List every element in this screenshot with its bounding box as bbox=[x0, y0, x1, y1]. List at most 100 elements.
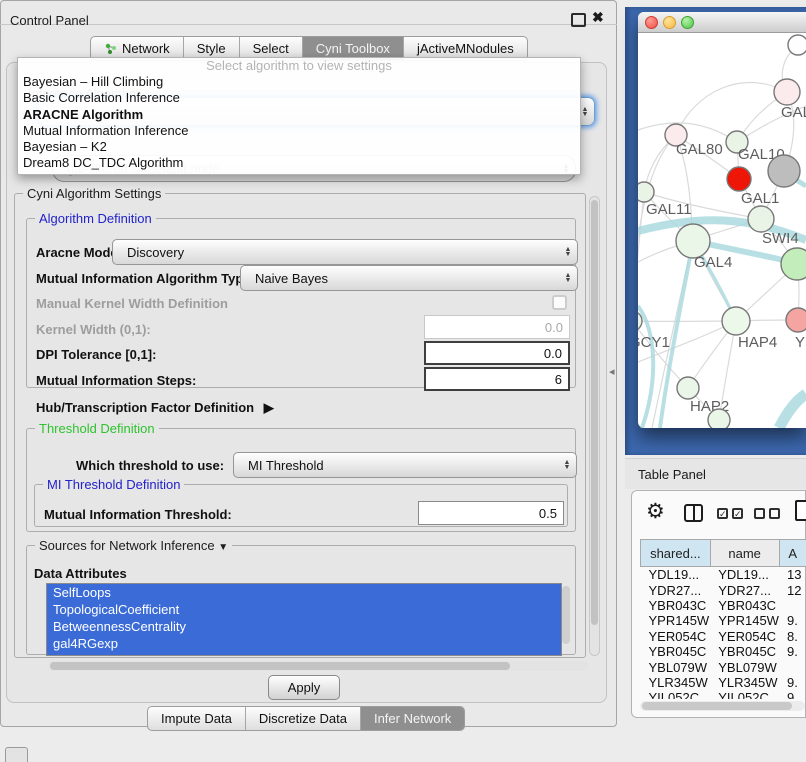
network-node-label: GAL bbox=[781, 104, 806, 121]
file-icon[interactable] bbox=[795, 500, 806, 521]
float-window-icon[interactable] bbox=[571, 13, 586, 27]
network-node-gal4[interactable] bbox=[676, 224, 710, 258]
collapse-down-icon: ▼ bbox=[218, 542, 228, 553]
network-node-hap4[interactable] bbox=[722, 307, 750, 335]
deselect-all-icon[interactable] bbox=[769, 508, 780, 519]
splitter-collapse-icon[interactable]: ◂ bbox=[609, 365, 615, 378]
tab-label: Impute Data bbox=[161, 711, 232, 726]
dpi-tolerance-label: DPI Tolerance [0,1]: bbox=[36, 347, 156, 362]
aracne-mode-select[interactable]: Discovery ▲▼ bbox=[112, 239, 578, 265]
network-edge-highlighted[interactable] bbox=[779, 394, 806, 428]
table-row[interactable]: YBR043CYBR043C bbox=[641, 598, 806, 613]
attributes-scrollbar[interactable] bbox=[561, 584, 571, 653]
group-title: Cyni Algorithm Settings bbox=[23, 186, 165, 201]
table-cell: 13 bbox=[779, 567, 806, 583]
tab-label: Select bbox=[253, 41, 289, 56]
network-node-gal[interactable] bbox=[774, 79, 800, 105]
data-attributes-list[interactable]: SelfLoopsTopologicalCoefficientBetweenne… bbox=[46, 583, 562, 656]
table-row[interactable]: YDR27...YDR27...12 bbox=[641, 582, 806, 597]
kernel-width-input[interactable] bbox=[424, 315, 570, 339]
tab-impute-data[interactable]: Impute Data bbox=[148, 707, 245, 730]
mi-algorithm-type-label: Mutual Information Algorithm Type: bbox=[36, 271, 255, 286]
table-cell: 9. bbox=[779, 644, 806, 659]
network-node[interactable] bbox=[768, 155, 800, 187]
hub-definition-toggle[interactable]: Hub/Transcription Factor Definition ▶ bbox=[36, 400, 274, 416]
network-node[interactable] bbox=[727, 167, 751, 191]
network-node-label: Y bbox=[795, 334, 805, 351]
table-row[interactable]: YBL079WYBL079W bbox=[641, 659, 806, 674]
dpi-tolerance-input[interactable] bbox=[424, 341, 570, 365]
close-icon[interactable]: ✖ bbox=[592, 9, 604, 26]
dropdown-item[interactable]: Basic Correlation Inference bbox=[18, 90, 580, 106]
select-all-icon[interactable]: ✓ bbox=[717, 508, 728, 519]
table-horizontal-scrollbar[interactable] bbox=[640, 701, 805, 711]
table-row[interactable]: YER054CYER054C8. bbox=[641, 629, 806, 644]
table-row[interactable]: YPR145WYPR145W9. bbox=[641, 613, 806, 628]
network-node-y[interactable] bbox=[786, 308, 806, 332]
table-cell: YLR345W bbox=[641, 675, 711, 690]
deselect-all-icon[interactable] bbox=[754, 508, 765, 519]
table-row[interactable]: YIL052CYIL052C9 bbox=[641, 690, 806, 699]
close-traffic-light[interactable] bbox=[645, 16, 658, 29]
network-node-hap2[interactable] bbox=[677, 377, 699, 399]
network-node[interactable] bbox=[788, 35, 806, 55]
apply-button[interactable]: Apply bbox=[268, 675, 340, 700]
network-node-gal1[interactable] bbox=[748, 206, 774, 232]
network-node[interactable] bbox=[708, 409, 730, 428]
table-cell: 9. bbox=[779, 675, 806, 690]
settings-vertical-scrollbar[interactable] bbox=[589, 196, 600, 656]
network-edge[interactable] bbox=[638, 123, 737, 142]
attribute-item[interactable]: BetweennessCentrality bbox=[47, 618, 561, 635]
settings-horizontal-scrollbar[interactable] bbox=[48, 661, 588, 671]
table-cell: 12 bbox=[779, 582, 806, 597]
manual-kernel-width-checkbox[interactable] bbox=[552, 295, 567, 310]
select-all-icon[interactable]: ✓ bbox=[732, 508, 743, 519]
network-canvas[interactable]: GALGAL80GAL10GAL1GAL11GAL4SWI4HAP4YGCY1H… bbox=[638, 33, 806, 428]
column-header[interactable]: A bbox=[779, 540, 806, 567]
network-edge[interactable] bbox=[676, 82, 787, 135]
table-cell: 9 bbox=[779, 690, 806, 699]
which-threshold-select[interactable]: MI Threshold ▲▼ bbox=[233, 452, 577, 478]
dropdown-item[interactable]: Bayesian – K2 bbox=[18, 139, 580, 155]
tab-label: Discretize Data bbox=[259, 711, 347, 726]
mi-algorithm-type-select[interactable]: Naive Bayes ▲▼ bbox=[240, 265, 578, 291]
mi-algorithm-type-value: Naive Bayes bbox=[241, 271, 559, 286]
columns-icon[interactable] bbox=[684, 504, 703, 522]
dropdown-item[interactable]: Bayesian – Hill Climbing bbox=[18, 74, 580, 90]
column-header[interactable]: shared... bbox=[641, 540, 711, 567]
minimized-panel-icon[interactable] bbox=[5, 747, 28, 762]
which-threshold-value: MI Threshold bbox=[234, 458, 558, 473]
attribute-item[interactable]: TopologicalCoefficient bbox=[47, 601, 561, 618]
dropdown-item[interactable]: ARACNE Algorithm bbox=[18, 107, 580, 123]
network-node-label: GAL11 bbox=[646, 201, 692, 218]
tab-infer-network[interactable]: Infer Network bbox=[360, 707, 464, 730]
tab-label: Network bbox=[122, 41, 170, 56]
network-node-label: GAL4 bbox=[694, 254, 732, 271]
algorithm-definition-title: Algorithm Definition bbox=[35, 211, 156, 226]
gear-icon[interactable]: ⚙ bbox=[646, 502, 665, 522]
table-row[interactable]: YLR345WYLR345W9. bbox=[641, 675, 806, 690]
sources-title-row[interactable]: Sources for Network Inference ▼ bbox=[35, 538, 232, 553]
dropdown-item[interactable]: Mutual Information Inference bbox=[18, 123, 580, 139]
network-node-label: GAL1 bbox=[741, 190, 779, 207]
minimize-traffic-light[interactable] bbox=[663, 16, 676, 29]
mi-steps-input[interactable] bbox=[424, 367, 570, 391]
stepper-icon: ▲▼ bbox=[558, 460, 576, 470]
kernel-width-label: Kernel Width (0,1): bbox=[36, 322, 151, 337]
zoom-traffic-light[interactable] bbox=[681, 16, 694, 29]
column-header[interactable]: name bbox=[710, 540, 779, 567]
table-cell: YBL079W bbox=[641, 659, 711, 674]
mi-threshold-input[interactable] bbox=[418, 501, 564, 525]
network-node-label: SWI4 bbox=[762, 230, 799, 247]
node-table: shared...nameAYDL19...YDL19...13YDR27...… bbox=[640, 539, 806, 699]
dropdown-item[interactable]: Dream8 DC_TDC Algorithm bbox=[18, 155, 580, 171]
table-row[interactable]: YBR045CYBR045C9. bbox=[641, 644, 806, 659]
attribute-item[interactable]: SelfLoops bbox=[47, 584, 561, 601]
tab-discretize-data[interactable]: Discretize Data bbox=[245, 707, 360, 730]
control-panel-titlebar[interactable] bbox=[0, 0, 617, 25]
attribute-item[interactable]: gal4RGexp bbox=[47, 635, 561, 652]
which-threshold-label: Which threshold to use: bbox=[76, 458, 224, 473]
table-row[interactable]: YDL19...YDL19...13 bbox=[641, 567, 806, 583]
network-node-swi4[interactable] bbox=[781, 248, 806, 280]
network-node-gal11[interactable] bbox=[638, 182, 654, 202]
